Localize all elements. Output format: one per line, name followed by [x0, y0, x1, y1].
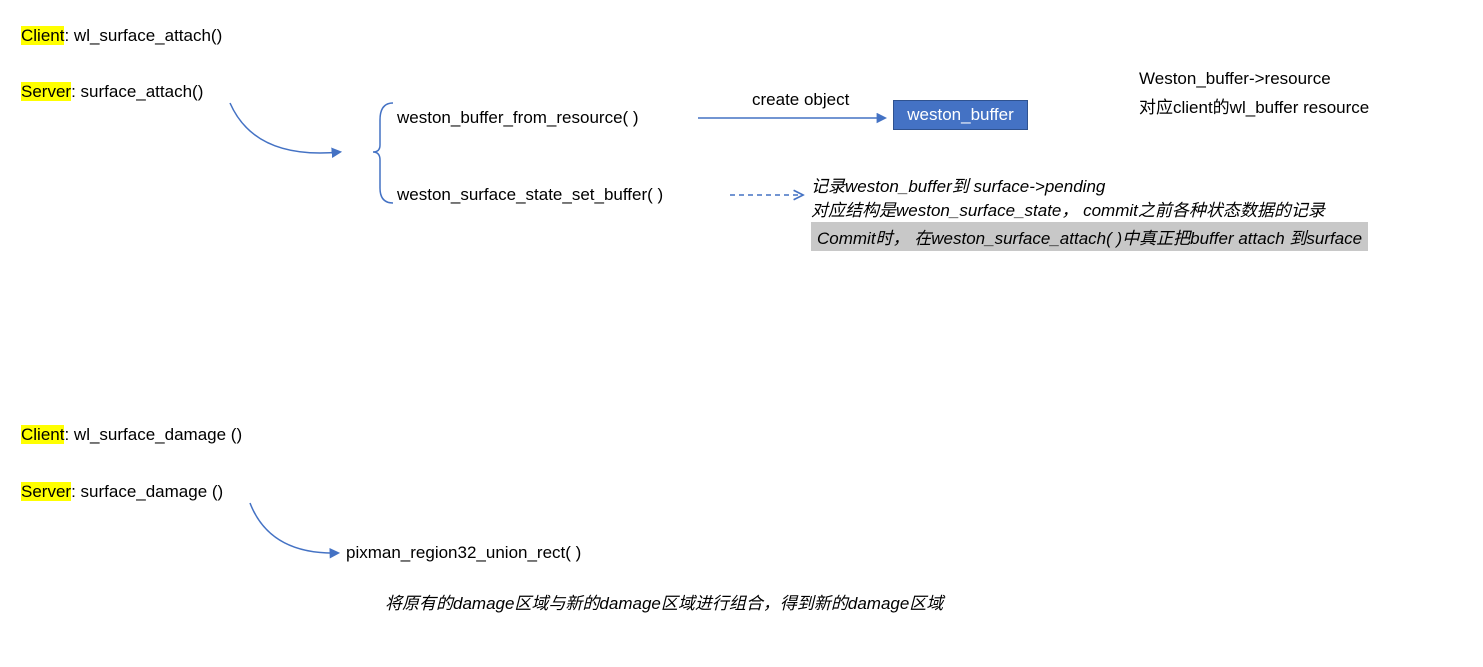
fn-pixman-region32-union-rect: pixman_region32_union_rect( ): [346, 543, 581, 563]
weston-buffer-box: weston_buffer: [893, 100, 1028, 130]
client-line-2: Client: wl_surface_damage (): [21, 425, 242, 445]
fn-weston-surface-state-set-buffer: weston_surface_state_set_buffer( ): [397, 185, 663, 205]
client-label-1: Client: [21, 26, 64, 45]
note-surface-state: 对应结构是weston_surface_state， commit之前各种状态数…: [811, 196, 1325, 221]
weston-buffer-box-label: weston_buffer: [907, 105, 1013, 124]
server-fn-1: : surface_attach(): [71, 82, 203, 101]
server-line-1: Server: surface_attach(): [21, 82, 203, 102]
resource-note: 对应client的wl_buffer resource: [1139, 93, 1369, 118]
arrow-surface-damage: [250, 503, 338, 553]
note-pending: 记录weston_buffer到 surface->pending: [811, 172, 1105, 197]
server-label-1: Server: [21, 82, 71, 101]
server-line-2: Server: surface_damage (): [21, 482, 223, 502]
server-label-2: Server: [21, 482, 71, 501]
resource-title: Weston_buffer->resource: [1139, 69, 1331, 89]
bracket-section1: [373, 103, 393, 203]
fn-weston-buffer-from-resource: weston_buffer_from_resource( ): [397, 108, 639, 128]
client-line-1: Client: wl_surface_attach(): [21, 26, 222, 46]
commit-note-text: Commit时， 在weston_surface_attach( )中真正把bu…: [817, 229, 1362, 248]
client-label-2: Client: [21, 425, 64, 444]
client-fn-2: : wl_surface_damage (): [64, 425, 242, 444]
arrow-server-to-bracket: [230, 103, 340, 153]
server-fn-2: : surface_damage (): [71, 482, 223, 501]
client-fn-1: : wl_surface_attach(): [64, 26, 222, 45]
create-object-label: create object: [752, 90, 849, 110]
commit-note: Commit时， 在weston_surface_attach( )中真正把bu…: [811, 222, 1368, 251]
damage-note: 将原有的damage区域与新的damage区域进行组合，得到新的damage区域: [385, 589, 943, 614]
